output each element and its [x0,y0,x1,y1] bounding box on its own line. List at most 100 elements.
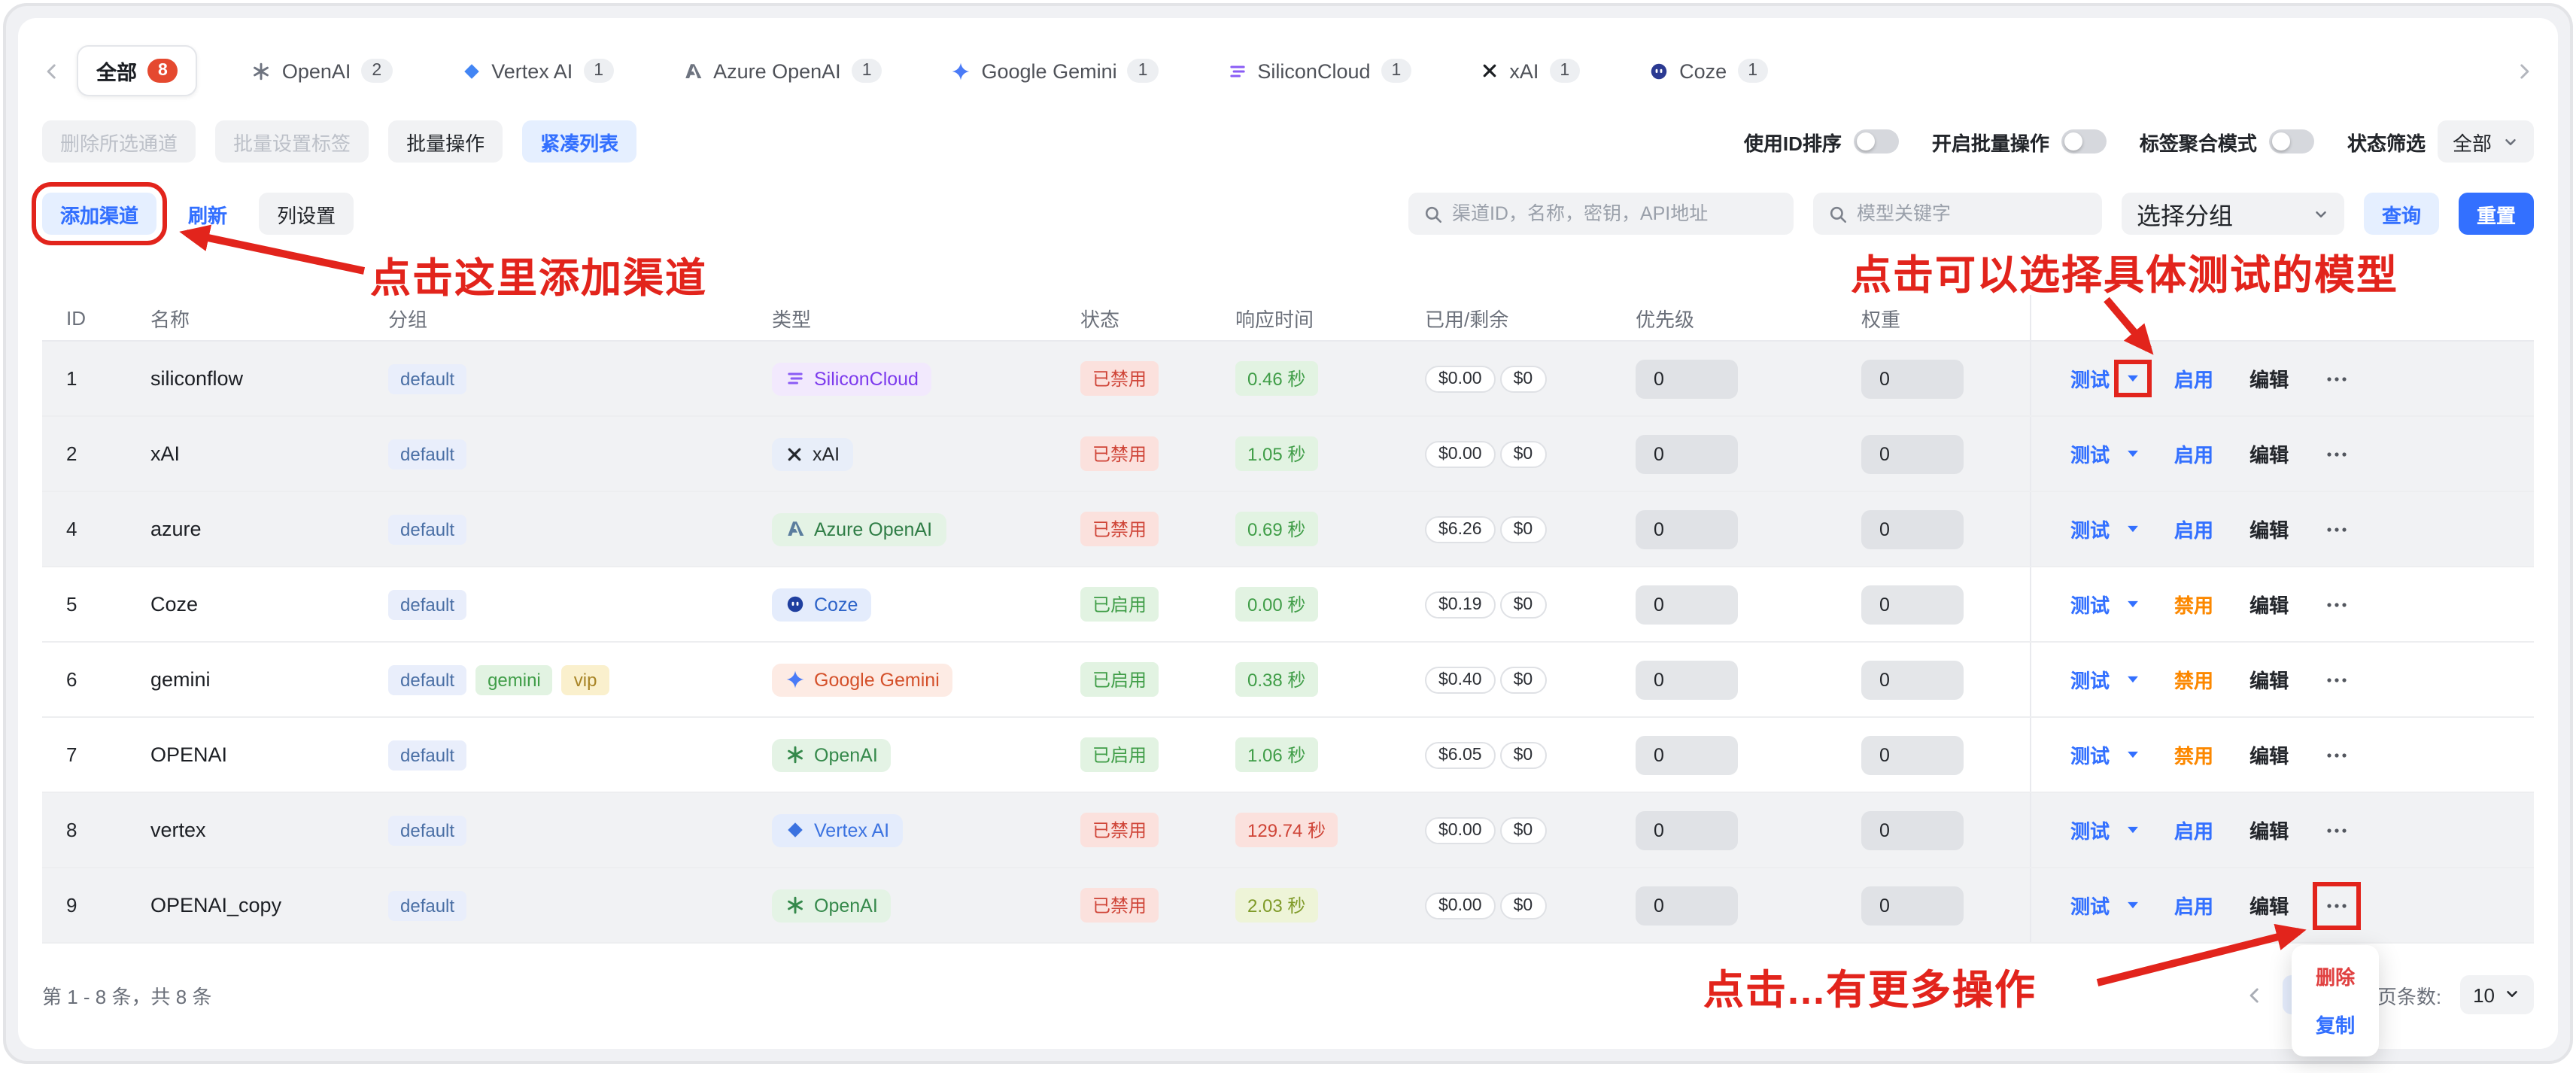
priority-input[interactable]: 0 [1636,585,1738,624]
response-time[interactable]: 2.03 秒 [1235,888,1425,923]
response-time[interactable]: 129.74 秒 [1235,813,1425,847]
more-button[interactable] [2325,517,2349,541]
test-button[interactable]: 测试 [2070,590,2110,619]
enable-button[interactable]: 启用 [2174,439,2213,468]
test-model-caret-icon[interactable] [2125,596,2141,612]
priority-input[interactable]: 0 [1636,359,1738,398]
reset-button[interactable]: 重置 [2459,193,2534,235]
disable-button[interactable]: 禁用 [2174,740,2213,769]
tab-vertex-ai[interactable]: Vertex AI1 [446,50,629,92]
query-button[interactable]: 查询 [2364,193,2439,235]
priority-input[interactable]: 0 [1636,810,1738,850]
test-model-caret-icon[interactable] [2125,746,2141,763]
tab-google-gemini[interactable]: Google Gemini1 [937,50,1174,92]
edit-button[interactable]: 编辑 [2249,816,2289,844]
response-time[interactable]: 1.05 秒 [1235,436,1425,471]
more-button[interactable] [2325,743,2349,767]
menu-item-copy[interactable]: 复制 [2292,1000,2379,1048]
weight-input[interactable]: 0 [1861,434,1964,473]
test-model-caret-icon[interactable] [2125,822,2141,838]
weight-input[interactable]: 0 [1861,585,1964,624]
enable-button[interactable]: 启用 [2174,891,2213,919]
tag-aggregate-mode-toggle[interactable] [2269,129,2314,154]
weight-input[interactable]: 0 [1861,886,1964,925]
channel-type-label: Vertex AI [814,819,889,840]
use-id-sort-toggle[interactable] [1854,129,1899,154]
channel-actionbar: 添加渠道 刷新 列设置 选择分组 查询 [42,193,2534,235]
weight-input[interactable]: 0 [1861,660,1964,699]
response-time[interactable]: 1.06 秒 [1235,737,1425,772]
more-button[interactable] [2325,667,2349,692]
test-model-caret-icon[interactable] [2125,445,2141,462]
weight-input[interactable]: 0 [1861,509,1964,549]
status-badge: 已禁用 [1080,361,1159,396]
menu-item-delete[interactable]: 删除 [2292,952,2379,1000]
test-model-caret-icon[interactable] [2125,370,2141,387]
add-channel-button[interactable]: 添加渠道 [42,193,156,235]
edit-button[interactable]: 编辑 [2249,891,2289,919]
test-button[interactable]: 测试 [2070,515,2110,543]
page-prev-icon[interactable] [2245,985,2265,1005]
more-button[interactable] [2325,366,2349,391]
tab-silicoloud[interactable]: SiliconCloud1 [1212,50,1426,92]
more-button[interactable] [2325,592,2349,616]
response-time[interactable]: 0.46 秒 [1235,361,1425,396]
edit-button[interactable]: 编辑 [2249,590,2289,619]
quota-used-remaining: $0.00$0 [1425,440,1636,467]
more-button[interactable]: 删除复制 [2325,893,2349,917]
page-size-select[interactable]: 10 [2459,975,2534,1014]
tab-coze[interactable]: Coze1 [1634,50,1783,92]
silicon-icon [785,369,805,388]
compact-list-button[interactable]: 紧凑列表 [522,120,636,163]
priority-input[interactable]: 0 [1636,509,1738,549]
edit-button[interactable]: 编辑 [2249,740,2289,769]
enable-button[interactable]: 启用 [2174,816,2213,844]
disable-button[interactable]: 禁用 [2174,665,2213,694]
tab-all[interactable]: 全部8 [77,45,198,96]
enable-button[interactable]: 启用 [2174,515,2213,543]
refresh-button[interactable]: 刷新 [176,193,239,235]
disable-button[interactable]: 禁用 [2174,590,2213,619]
response-time[interactable]: 0.69 秒 [1235,512,1425,546]
more-button[interactable] [2325,442,2349,466]
tabs-scroll-right-icon[interactable] [2514,61,2534,81]
edit-button[interactable]: 编辑 [2249,364,2289,393]
enable-batch-toggle[interactable] [2061,129,2107,154]
test-button[interactable]: 测试 [2070,816,2110,844]
priority-input[interactable]: 0 [1636,735,1738,774]
test-button[interactable]: 测试 [2070,439,2110,468]
weight-input[interactable]: 0 [1861,810,1964,850]
weight-input[interactable]: 0 [1861,735,1964,774]
tab-azure-openai[interactable]: Azure OpenAI1 [668,50,897,92]
status-filter-select[interactable]: 全部 [2438,120,2534,163]
channel-search-input[interactable] [1452,203,1794,224]
tabs-scroll-left-icon[interactable] [42,61,62,81]
tab-xai[interactable]: xAI1 [1466,50,1595,92]
batch-operations-button[interactable]: 批量操作 [388,120,503,163]
channel-id: 7 [66,743,150,766]
use-id-sort-label: 使用ID排序 [1744,127,1842,156]
priority-input[interactable]: 0 [1636,886,1738,925]
priority-input[interactable]: 0 [1636,660,1738,699]
model-keyword-input[interactable] [1857,203,2102,224]
test-button[interactable]: 测试 [2070,665,2110,694]
test-button[interactable]: 测试 [2070,364,2110,393]
edit-button[interactable]: 编辑 [2249,439,2289,468]
test-model-caret-icon[interactable] [2125,671,2141,688]
tab-openai[interactable]: OpenAI2 [237,50,407,92]
response-time[interactable]: 0.00 秒 [1235,587,1425,622]
test-model-caret-icon[interactable] [2125,897,2141,913]
status-badge: 已启用 [1080,587,1159,622]
test-button[interactable]: 测试 [2070,740,2110,769]
response-time[interactable]: 0.38 秒 [1235,662,1425,697]
group-select[interactable]: 选择分组 [2122,193,2344,235]
test-button[interactable]: 测试 [2070,891,2110,919]
test-model-caret-icon[interactable] [2125,521,2141,537]
edit-button[interactable]: 编辑 [2249,515,2289,543]
edit-button[interactable]: 编辑 [2249,665,2289,694]
column-settings-button[interactable]: 列设置 [259,193,354,235]
priority-input[interactable]: 0 [1636,434,1738,473]
more-button[interactable] [2325,818,2349,842]
enable-button[interactable]: 启用 [2174,364,2213,393]
weight-input[interactable]: 0 [1861,359,1964,398]
